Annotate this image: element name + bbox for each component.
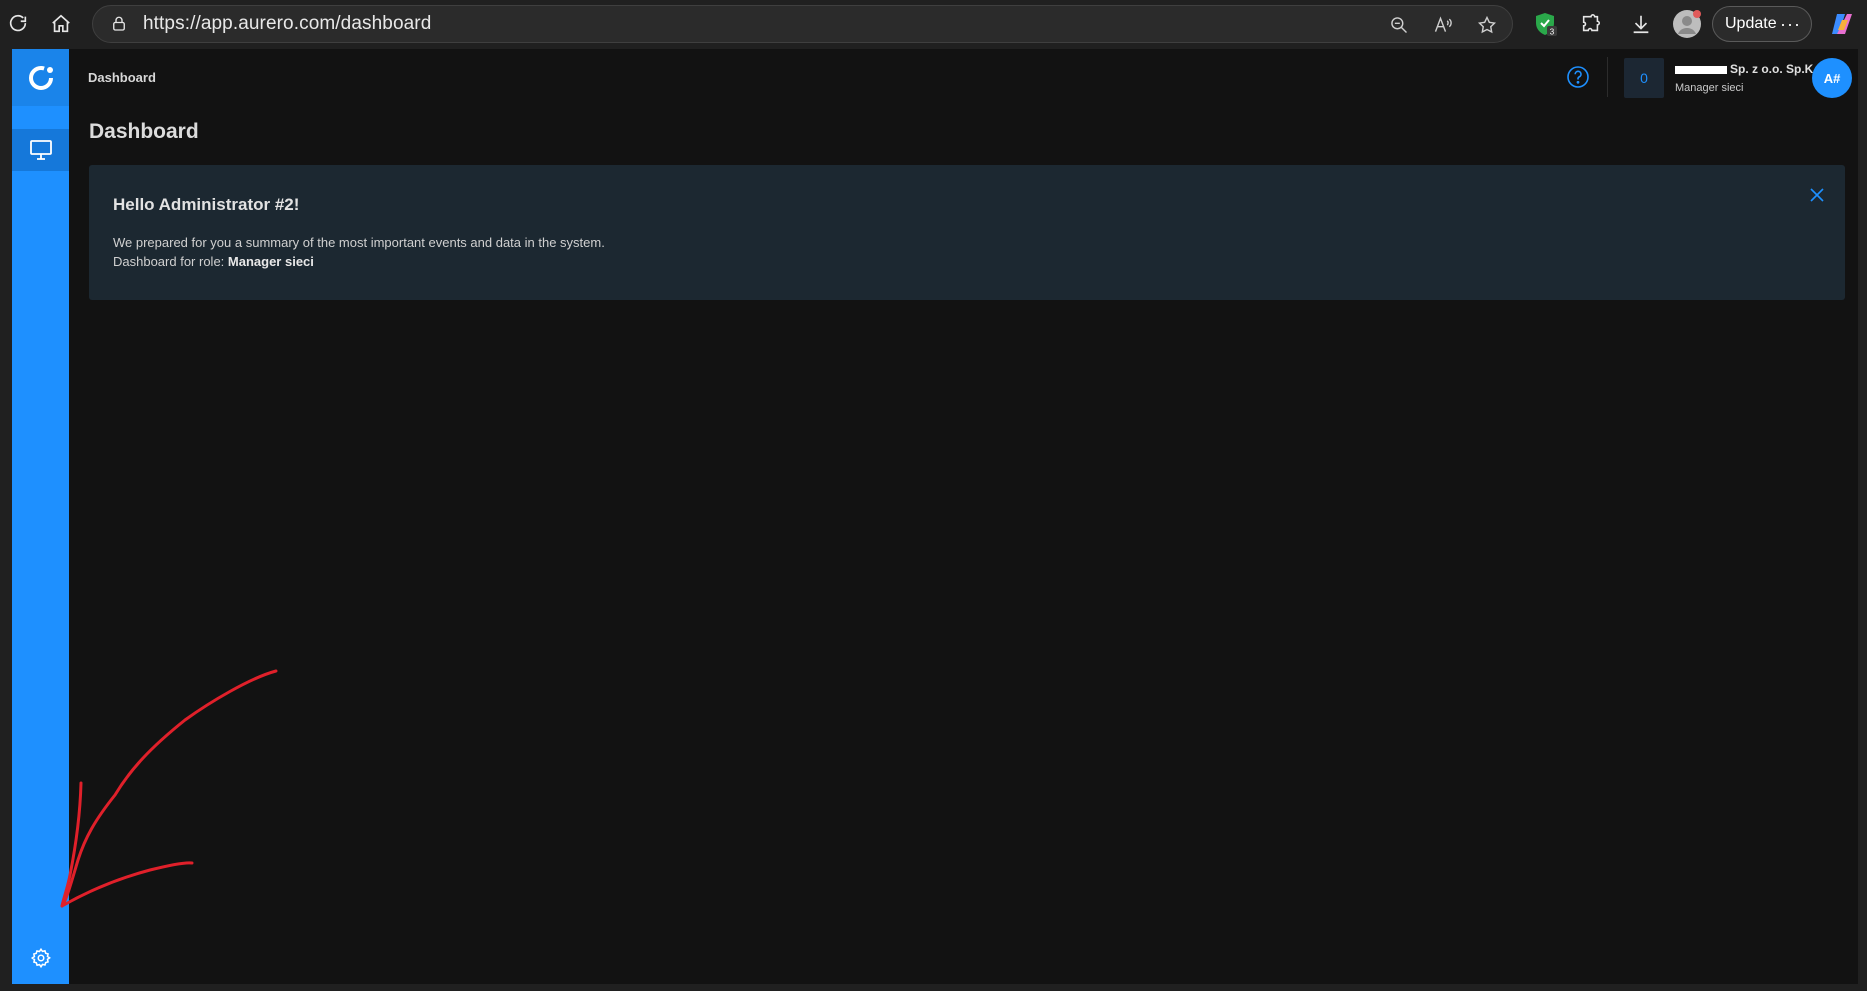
aurero-logo-icon[interactable]: [12, 49, 69, 106]
download-icon[interactable]: [1627, 10, 1655, 38]
lock-icon[interactable]: [109, 14, 129, 34]
role-name: Manager sieci: [227, 254, 314, 269]
favorite-star-icon[interactable]: [1476, 14, 1498, 36]
company-name: Sp. z o.o. Sp.K.: [1675, 62, 1817, 76]
refresh-icon[interactable]: [4, 10, 32, 38]
company-role: Manager sieci: [1675, 82, 1744, 94]
notifications-counter[interactable]: 0: [1624, 58, 1664, 98]
update-button[interactable]: Update ···: [1712, 6, 1812, 42]
breadcrumb[interactable]: Dashboard: [88, 70, 156, 85]
sidebar: [12, 49, 69, 984]
redacted-block: [1675, 65, 1727, 74]
page-title: Dashboard: [89, 120, 199, 143]
monitor-icon[interactable]: [12, 129, 69, 171]
role-prefix: Dashboard for role:: [113, 254, 228, 269]
extension-badge: 3: [1550, 28, 1555, 37]
extension-shield-icon[interactable]: 3: [1531, 10, 1559, 38]
welcome-role-line: Dashboard for role: Manager sieci: [113, 254, 314, 269]
profile-icon[interactable]: [1671, 8, 1703, 40]
copilot-icon[interactable]: [1826, 10, 1858, 38]
avatar[interactable]: A#: [1812, 58, 1852, 98]
address-bar[interactable]: https://app.aurero.com/dashboard: [92, 5, 1513, 43]
welcome-card: Hello Administrator #2! We prepared for …: [89, 165, 1845, 300]
company-switcher[interactable]: Sp. z o.o. Sp.K. Manager sieci: [1675, 62, 1817, 94]
top-bar: Dashboard 0 Sp. z o.o. Sp.K. Manager sie…: [69, 49, 1858, 106]
app-window: Dashboard 0 Sp. z o.o. Sp.K. Manager sie…: [12, 49, 1858, 984]
read-aloud-icon[interactable]: [1432, 14, 1454, 36]
more-menu-icon[interactable]: ···: [1780, 14, 1801, 35]
extensions-puzzle-icon[interactable]: [1577, 10, 1605, 38]
home-icon[interactable]: [47, 10, 75, 38]
url-text[interactable]: https://app.aurero.com/dashboard: [143, 13, 431, 35]
divider: [1607, 57, 1608, 97]
help-icon[interactable]: [1564, 63, 1592, 91]
welcome-title: Hello Administrator #2!: [113, 195, 300, 214]
update-label: Update: [1725, 15, 1777, 32]
close-icon[interactable]: [1805, 183, 1829, 207]
zoom-out-icon[interactable]: [1388, 14, 1410, 36]
welcome-description: We prepared for you a summary of the mos…: [113, 235, 605, 250]
browser-toolbar: https://app.aurero.com/dashboard 3 Updat…: [0, 0, 1867, 48]
window-bottom-edge: [0, 984, 1867, 991]
company-name-text: Sp. z o.o. Sp.K.: [1730, 62, 1817, 76]
gear-icon[interactable]: [12, 937, 69, 979]
